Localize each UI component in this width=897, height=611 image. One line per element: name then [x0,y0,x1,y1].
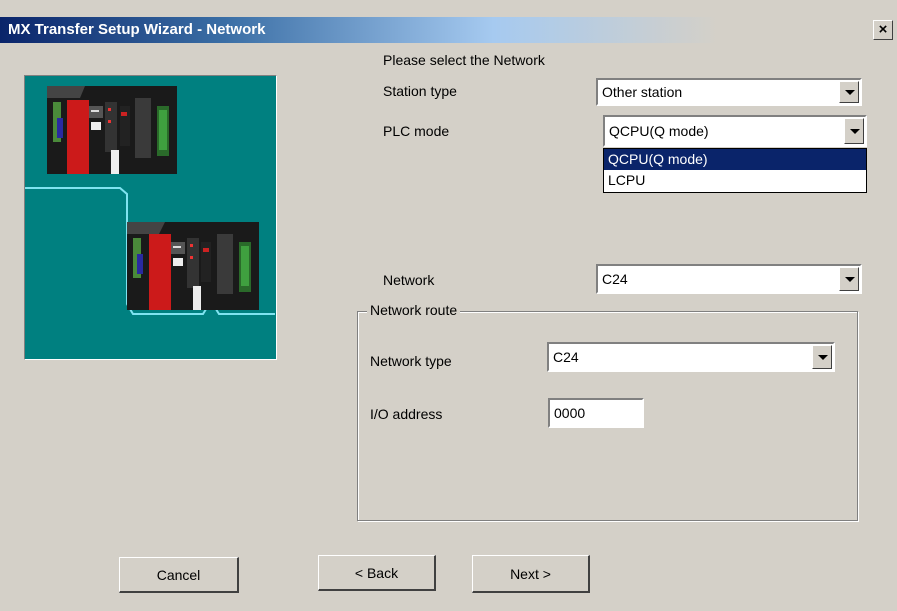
chevron-down-icon[interactable] [839,267,859,291]
chevron-down-icon[interactable] [844,118,864,144]
network-select[interactable]: C24 [596,264,862,294]
chevron-down-icon[interactable] [839,81,859,103]
form-heading: Please select the Network [383,52,545,68]
network-value: C24 [602,271,628,287]
back-button[interactable]: < Back [318,555,436,591]
plc-mode-option-qcpu[interactable]: QCPU(Q mode) [604,149,866,170]
close-button[interactable]: × [873,20,893,40]
window-title: MX Transfer Setup Wizard - Network [8,21,266,38]
cancel-button[interactable]: Cancel [119,557,239,593]
station-type-value: Other station [602,84,683,100]
plc-mode-label: PLC mode [383,123,450,139]
station-type-select[interactable]: Other station [596,78,862,106]
title-bar: MX Transfer Setup Wizard - Network × [0,0,897,43]
plc-mode-value: QCPU(Q mode) [609,123,709,139]
next-button[interactable]: Next > [472,555,590,593]
plc-mode-dropdown-list[interactable]: QCPU(Q mode) LCPU [603,148,867,193]
chevron-down-icon[interactable] [812,345,832,369]
io-address-label: I/O address [370,406,443,422]
network-route-title: Network route [367,302,461,318]
station-type-label: Station type [383,83,457,99]
network-type-select[interactable]: C24 [547,342,835,372]
plc-mode-option-lcpu[interactable]: LCPU [604,170,866,191]
io-address-input[interactable]: 0000 [548,398,644,428]
plc-rack-icon [47,86,177,174]
close-icon: × [878,21,888,38]
network-label: Network [383,272,435,288]
network-type-label: Network type [370,353,452,369]
network-type-value: C24 [553,349,579,365]
plc-rack-icon [127,222,259,310]
network-illustration [24,75,277,360]
io-address-value: 0000 [554,405,586,421]
plc-mode-select[interactable]: QCPU(Q mode) [603,115,867,147]
plc-network-diagram [25,86,275,315]
